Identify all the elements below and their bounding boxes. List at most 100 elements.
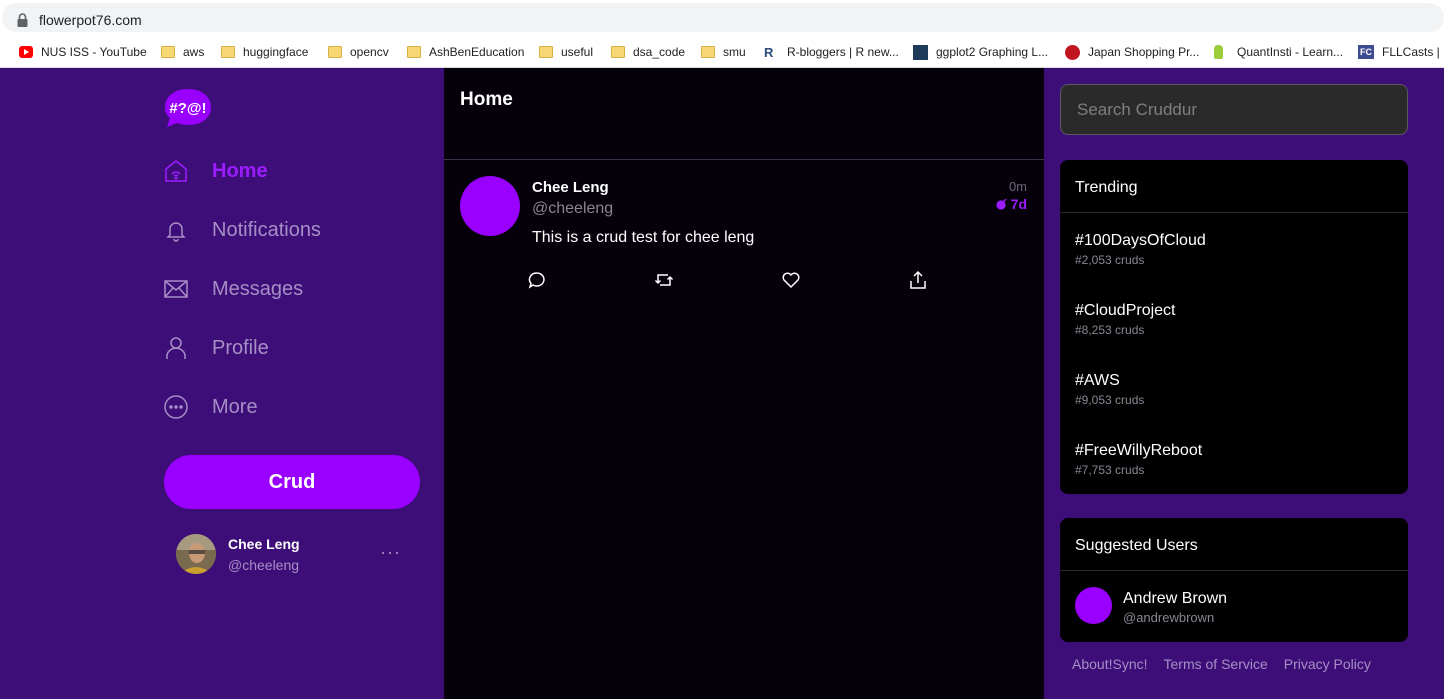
post-author-handle[interactable]: @cheeleng <box>532 200 613 218</box>
bookmark-fllcasts[interactable]: FC FLLCasts | Bu <box>1358 42 1444 62</box>
r-icon: R <box>764 44 774 60</box>
bookmark-label: R-bloggers | R new... <box>787 45 899 59</box>
trend-item[interactable]: #AWS #9,053 cruds <box>1060 353 1408 423</box>
folder-icon <box>221 46 235 58</box>
bookmarks-bar: r NUS ISS - YouTube aws huggingface open… <box>0 36 1444 68</box>
avatar <box>176 534 216 574</box>
post-author-name[interactable]: Chee Leng <box>532 179 609 196</box>
post-expiry: 7d <box>996 196 1027 212</box>
trend-count: #8,253 cruds <box>1075 323 1145 337</box>
nav-label: Messages <box>212 277 304 300</box>
trend-item[interactable]: #100DaysOfCloud #2,053 cruds <box>1060 213 1408 283</box>
suggested-user[interactable]: Andrew Brown @andrewbrown <box>1060 571 1408 641</box>
right-panel: Trending #100DaysOfCloud #2,053 cruds #C… <box>1044 68 1444 699</box>
avatar[interactable] <box>460 176 520 236</box>
bookmark-label: aws <box>183 45 205 59</box>
suggested-users-title: Suggested Users <box>1060 518 1408 571</box>
bookmark-smu[interactable]: smu <box>701 42 746 62</box>
nav-label: Home <box>212 159 268 182</box>
folder-icon <box>328 46 342 58</box>
more-options-icon[interactable]: ··· <box>380 542 401 563</box>
trending-title: Trending <box>1060 160 1408 213</box>
reply-icon[interactable] <box>527 270 547 290</box>
footer-links: About!Sync! Terms of Service Privacy Pol… <box>1072 656 1371 672</box>
trend-item[interactable]: #CloudProject #8,253 cruds <box>1060 283 1408 353</box>
folder-icon <box>539 46 553 58</box>
youtube-icon <box>19 46 33 58</box>
trend-tag: #AWS <box>1075 372 1120 389</box>
page-title: Home <box>460 89 513 110</box>
feed: Home Chee Leng @cheeleng 0m 7d This is a… <box>444 68 1044 699</box>
nav-messages[interactable]: Messages <box>164 269 303 309</box>
suggested-users-panel: Suggested Users Andrew Brown @andrewbrow… <box>1060 518 1408 642</box>
current-user-name: Chee Leng <box>228 536 300 552</box>
trend-count: #7,753 cruds <box>1075 463 1145 477</box>
trend-count: #2,053 cruds <box>1075 253 1145 267</box>
nav-more[interactable]: More <box>164 387 258 427</box>
chart-icon <box>913 44 928 60</box>
nav-label: Notifications <box>212 218 321 241</box>
bell-icon <box>166 222 186 242</box>
bookmark-quantinsti[interactable]: QuantInsti - Learn... <box>1214 42 1343 62</box>
trend-tag: #FreeWillyReboot <box>1075 442 1203 459</box>
recrud-icon[interactable] <box>654 270 674 290</box>
address-bar: flowerpot76.com <box>0 0 1444 36</box>
bookmark-label: dsa_code <box>633 45 686 59</box>
post[interactable]: Chee Leng @cheeleng 0m 7d This is a crud… <box>444 160 1044 300</box>
post-time: 0m <box>1008 179 1027 194</box>
bookmark-aws[interactable]: aws <box>161 42 204 62</box>
footer-link-terms[interactable]: Terms of Service <box>1164 656 1268 672</box>
nav-profile[interactable]: Profile <box>164 328 269 368</box>
current-user[interactable]: Chee Leng @cheeleng ··· <box>176 534 416 576</box>
bookmark-opencv[interactable]: opencv <box>328 42 389 62</box>
logo[interactable]: #?@! <box>164 88 212 128</box>
bookmark-label: QuantInsti - Learn... <box>1237 45 1344 59</box>
trending-panel: Trending #100DaysOfCloud #2,053 cruds #C… <box>1060 160 1408 494</box>
bookmark-label: smu <box>723 45 746 59</box>
trend-item[interactable]: #FreeWillyReboot #7,753 cruds <box>1060 423 1408 493</box>
bookmark-ashbeneducation[interactable]: AshBenEducation <box>407 42 524 62</box>
bookmark-label: AshBenEducation <box>429 45 525 59</box>
bookmark-dsa-code[interactable]: dsa_code <box>611 42 685 62</box>
trend-tag: #100DaysOfCloud <box>1075 232 1206 249</box>
trend-tag: #CloudProject <box>1075 302 1176 319</box>
folder-icon <box>701 46 715 58</box>
envelope-icon <box>164 280 188 298</box>
bookmark-nus-iss-youtube[interactable]: NUS ISS - YouTube <box>19 42 147 62</box>
share-icon[interactable] <box>908 270 928 290</box>
footer-link-about[interactable]: About!Sync! <box>1072 656 1148 672</box>
logo-text: #?@! <box>169 100 206 117</box>
bookmark-huggingface[interactable]: huggingface <box>221 42 308 62</box>
avatar <box>1075 587 1112 624</box>
bomb-icon <box>996 198 1007 210</box>
nav-notifications[interactable]: Notifications <box>164 210 321 250</box>
bookmark-label: ggplot2 Graphing L... <box>936 45 1049 59</box>
crud-button[interactable]: Crud <box>164 455 420 509</box>
bookmark-r-bloggers[interactable]: R R-bloggers | R new... <box>764 42 899 62</box>
trend-count: #9,053 cruds <box>1075 393 1145 407</box>
bookmark-label: opencv <box>350 45 389 59</box>
folder-icon <box>407 46 421 58</box>
nav-label: Profile <box>212 336 269 359</box>
folder-icon <box>161 46 175 58</box>
nav-home[interactable]: Home <box>164 151 268 191</box>
search-input[interactable] <box>1060 84 1408 135</box>
bookmark-useful[interactable]: useful <box>539 42 593 62</box>
nav-label: More <box>212 395 258 418</box>
android-icon <box>1214 45 1223 59</box>
bookmark-ggplot2[interactable]: ggplot2 Graphing L... <box>913 42 1048 62</box>
lock-icon[interactable] <box>17 13 28 27</box>
current-user-handle: @cheeleng <box>228 557 300 573</box>
sidebar: #?@! Home Notifications Messages Profile… <box>0 68 444 699</box>
bookmark-label: huggingface <box>243 45 309 59</box>
bookmark-label: Japan Shopping Pr... <box>1088 45 1200 59</box>
url-field[interactable]: flowerpot76.com <box>2 3 1444 32</box>
more-circle-icon <box>164 395 188 419</box>
post-expiry-label: 7d <box>1010 196 1027 212</box>
url-text[interactable]: flowerpot76.com <box>39 12 142 28</box>
suggested-user-handle: @andrewbrown <box>1123 610 1215 625</box>
like-icon[interactable] <box>781 270 801 290</box>
red-circle-icon <box>1065 44 1080 60</box>
bookmark-japan-shopping[interactable]: Japan Shopping Pr... <box>1065 42 1199 62</box>
footer-link-privacy[interactable]: Privacy Policy <box>1284 656 1371 672</box>
